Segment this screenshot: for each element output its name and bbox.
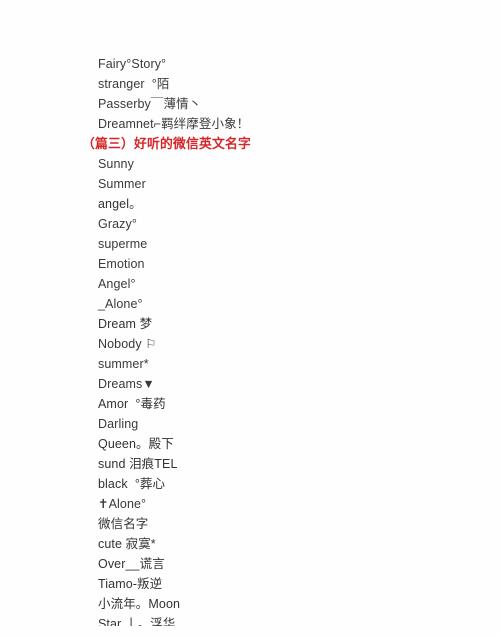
- text-line: angel。: [98, 197, 142, 211]
- document-page: Fairy°Story° stranger °陌 Passerby￣薄情丶 Dr…: [0, 0, 500, 636]
- text-line: Darling: [98, 417, 139, 431]
- text-line: Amor °毒药: [98, 397, 166, 411]
- text-line: 小流年。Moon: [98, 597, 181, 611]
- text-line: _Alone°: [98, 297, 143, 311]
- text-line: Grazy°: [98, 217, 137, 231]
- text-line: Queen。殿下: [98, 437, 174, 451]
- document-content: Fairy°Story° stranger °陌 Passerby￣薄情丶 Dr…: [0, 54, 500, 626]
- text-line: Tiamo-叛逆: [98, 577, 163, 591]
- text-line: sund 泪痕TEL: [98, 457, 178, 471]
- text-line: ✝Alone°: [98, 497, 147, 511]
- text-line: Dreamnet⌐羁绊摩登小象！: [98, 117, 250, 131]
- text-line: stranger °陌: [98, 77, 170, 91]
- text-line: Passerby￣薄情丶: [98, 97, 202, 111]
- text-line: Star 丨。浮华: [98, 617, 176, 626]
- text-line: Fairy°Story°: [98, 57, 167, 71]
- text-line: Emotion: [98, 257, 145, 271]
- section-heading: （篇三）好听的微信英文名字: [82, 136, 251, 151]
- text-line: Sunny: [98, 157, 134, 171]
- text-line: black °葬心: [98, 477, 166, 491]
- text-line: 微信名字: [98, 517, 149, 531]
- text-line: Angel°: [98, 277, 136, 291]
- text-line: Summer: [98, 177, 146, 191]
- text-line: summer*: [98, 357, 149, 371]
- text-line: Dream 梦: [98, 317, 153, 331]
- text-line: Dreams▼: [98, 377, 155, 391]
- text-line: Nobody ⚐: [98, 337, 157, 351]
- text-line: superme: [98, 237, 148, 251]
- text-line: Over__谎言: [98, 557, 165, 571]
- text-line: cute 寂寞*: [98, 537, 156, 551]
